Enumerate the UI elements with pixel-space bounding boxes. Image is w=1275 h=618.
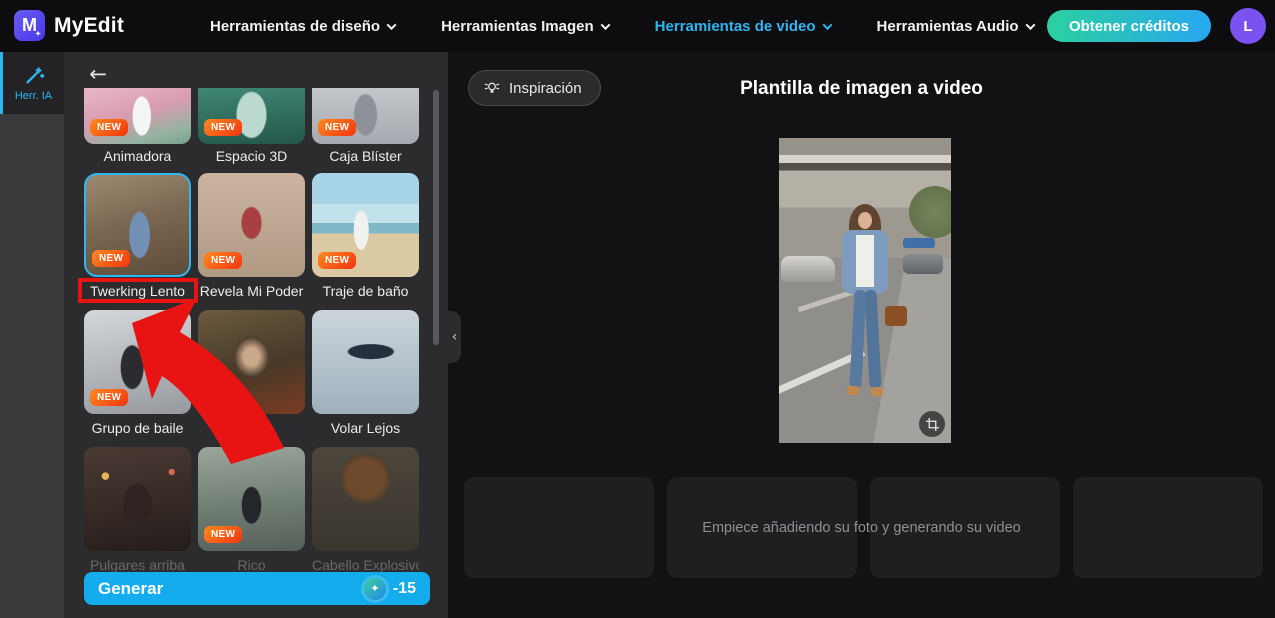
- sparkle-icon: ✦: [35, 30, 41, 38]
- preview-awning: [903, 238, 935, 248]
- template-cabello-explosivo[interactable]: Cabello Explosivo: [312, 447, 419, 579]
- nav-video-tools[interactable]: Herramientas de video: [655, 18, 831, 35]
- chevron-down-icon: [600, 20, 610, 30]
- chevron-left-icon: ‹: [452, 329, 458, 345]
- crop-button[interactable]: [919, 411, 945, 437]
- preview-image: [779, 138, 951, 443]
- credit-coin-icon: ✦: [364, 578, 386, 600]
- template-thumbnail-selected: NEW: [84, 173, 191, 277]
- myedit-logo-icon: M✦: [14, 10, 45, 41]
- new-badge: NEW: [204, 119, 242, 136]
- sidebar-item-label: Herr. IA: [15, 90, 52, 102]
- template-thumbnail: NEW: [84, 310, 191, 414]
- new-badge: NEW: [204, 389, 242, 406]
- template-grupo-de-baile[interactable]: NEW Grupo de baile: [84, 310, 191, 442]
- nav-audio-tools[interactable]: Herramientas Audio: [877, 18, 1034, 35]
- template-thumbnail: NEW: [198, 88, 305, 144]
- chevron-down-icon: [1025, 20, 1035, 30]
- panel-scrollbar[interactable]: [433, 90, 439, 345]
- sidebar-item-ai-tools[interactable]: Herr. IA: [0, 52, 64, 114]
- template-grid: NEW Animadora NEW Espacio 3D NEW Caja Bl…: [84, 88, 419, 579]
- generate-button[interactable]: Generar ✦ -15: [84, 572, 430, 605]
- template-traje-de-bano[interactable]: NEW Traje de baño: [312, 173, 419, 305]
- result-slot-4[interactable]: [1073, 477, 1263, 578]
- credit-cost-value: -15: [393, 580, 416, 598]
- new-badge: NEW: [92, 250, 130, 267]
- logo-text: MyEdit: [54, 14, 124, 38]
- left-rail: Herr. IA: [0, 52, 64, 618]
- template-thumbnail: NEW: [84, 88, 191, 144]
- template-label: Traje de baño: [312, 277, 419, 305]
- template-animadora[interactable]: NEW Animadora: [84, 88, 191, 168]
- template-label: Grupo de baile: [84, 414, 191, 442]
- template-label: Volar Lejos: [312, 414, 419, 442]
- template-thumbnail: NEW: [312, 173, 419, 277]
- nav-image-tools[interactable]: Herramientas Imagen: [441, 18, 609, 35]
- preview-person-top: [856, 235, 874, 287]
- template-thumbnail: [312, 310, 419, 414]
- preview-person-face: [858, 212, 872, 229]
- collapse-panel-handle[interactable]: ‹: [448, 311, 461, 363]
- crop-icon: [926, 418, 939, 431]
- user-avatar[interactable]: L: [1230, 8, 1266, 44]
- top-bar: M✦ MyEdit Herramientas de diseño Herrami…: [0, 0, 1275, 52]
- template-caja-blister[interactable]: NEW Caja Blíster: [312, 88, 419, 168]
- page-title: Plantilla de imagen a video: [448, 78, 1275, 100]
- template-thumbnail: [84, 447, 191, 551]
- myedit-logo[interactable]: M✦ MyEdit: [14, 10, 124, 41]
- magic-wand-icon: [23, 64, 45, 86]
- template-label: Huir: [198, 414, 305, 442]
- template-thumbnail: NEW: [198, 173, 305, 277]
- template-label: Revela Mi Poder: [198, 277, 305, 305]
- nav-label: Herramientas Audio: [877, 18, 1019, 35]
- nav-design-tools[interactable]: Herramientas de diseño: [210, 18, 395, 35]
- template-huir[interactable]: NEW Huir: [198, 310, 305, 442]
- template-label: Caja Blíster: [312, 144, 419, 168]
- chevron-down-icon: [822, 20, 832, 30]
- result-slots: [464, 477, 1263, 578]
- template-thumbnail: NEW: [312, 88, 419, 144]
- template-pulgares-arriba[interactable]: Pulgares arriba: [84, 447, 191, 579]
- new-badge: NEW: [204, 252, 242, 269]
- new-badge: NEW: [204, 526, 242, 543]
- new-badge: NEW: [318, 252, 356, 269]
- chevron-down-icon: [387, 20, 397, 30]
- preview-car: [903, 254, 943, 274]
- template-thumbnail: NEW: [198, 447, 305, 551]
- template-label: Espacio 3D: [198, 144, 305, 168]
- template-label: Twerking Lento: [84, 277, 191, 305]
- result-slot-1[interactable]: [464, 477, 654, 578]
- new-badge: NEW: [318, 119, 356, 136]
- preview-car: [781, 256, 835, 282]
- result-slot-3[interactable]: [870, 477, 1060, 578]
- generate-label: Generar: [98, 579, 163, 599]
- template-volar-lejos[interactable]: Volar Lejos: [312, 310, 419, 442]
- back-arrow-icon[interactable]: ←: [84, 60, 112, 88]
- main-workspace: Inspiración Plantilla de imagen a video: [448, 52, 1275, 618]
- result-slot-2[interactable]: [667, 477, 857, 578]
- template-twerking-lento[interactable]: NEW Twerking Lento: [84, 173, 191, 305]
- myedit-app: M✦ MyEdit Herramientas de diseño Herrami…: [0, 0, 1275, 618]
- preview-handbag: [885, 306, 907, 326]
- nav-label: Herramientas de video: [655, 18, 816, 35]
- template-espacio-3d[interactable]: NEW Espacio 3D: [198, 88, 305, 168]
- templates-panel: ← NEW Animadora NEW Espacio 3D NEW Caja …: [64, 52, 448, 618]
- get-credits-button[interactable]: Obtener créditos: [1047, 10, 1211, 42]
- template-thumbnail: NEW: [198, 310, 305, 414]
- nav-label: Herramientas de diseño: [210, 18, 380, 35]
- template-rico[interactable]: NEW Rico: [198, 447, 305, 579]
- new-badge: NEW: [90, 119, 128, 136]
- template-label: Animadora: [84, 144, 191, 168]
- credit-cost: ✦ -15: [364, 578, 416, 600]
- template-revela-mi-poder[interactable]: NEW Revela Mi Poder: [198, 173, 305, 305]
- preview-person-shoe: [871, 387, 883, 396]
- new-badge: NEW: [90, 389, 128, 406]
- preview-person-shoe: [847, 386, 859, 395]
- nav-label: Herramientas Imagen: [441, 18, 594, 35]
- main-nav: Herramientas de diseño Herramientas Imag…: [210, 0, 1034, 52]
- template-thumbnail: [312, 447, 419, 551]
